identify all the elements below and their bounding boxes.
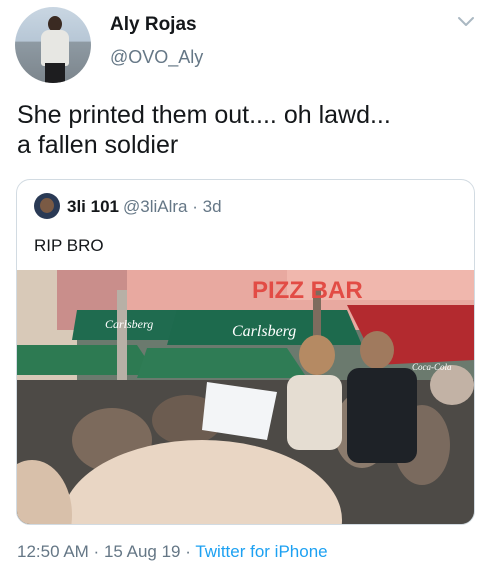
avatar-body — [41, 30, 69, 66]
tweet-text: She printed them out.... oh lawd... a fa… — [17, 101, 391, 159]
author-avatar[interactable] — [15, 7, 91, 83]
quoted-author-name: 3li 101 — [67, 197, 119, 216]
meta-sep-1: · — [88, 542, 104, 561]
quoted-avatar — [34, 193, 60, 219]
sign-cocacola: Coca-Cola — [412, 362, 452, 372]
sign-carlsberg-2: Carlsberg — [232, 323, 296, 340]
quoted-handle-text: @3liAlra — [123, 197, 188, 216]
quoted-time: 3d — [202, 197, 222, 216]
author-name[interactable]: Aly Rojas — [110, 14, 197, 36]
tweet-source-link[interactable]: Twitter for iPhone — [195, 542, 327, 561]
quoted-photo[interactable]: PIZZ BAR Carlsberg Carlsberg Coca-Cola — [17, 270, 474, 524]
author-handle[interactable]: @OVO_Aly — [110, 47, 203, 68]
quoted-text: RIP BRO — [34, 236, 104, 255]
quoted-author-handle: @3liAlra · 3d — [123, 197, 222, 217]
avatar-legs — [45, 63, 65, 83]
tweet-date: 15 Aug 19 — [103, 542, 181, 561]
sign-carlsberg: Carlsberg — [105, 317, 153, 331]
quoted-sep: · — [187, 197, 203, 216]
sign-pizza-bar: PIZZ BAR — [252, 277, 363, 304]
tweet-meta: 12:50 AM · 15 Aug 19 · Twitter for iPhon… — [17, 542, 328, 562]
chevron-down-icon[interactable] — [456, 12, 476, 32]
tweet-time: 12:50 AM — [17, 542, 89, 561]
meta-sep-2: · — [180, 542, 196, 561]
quoted-tweet[interactable]: 3li 101 @3liAlra · 3d RIP BRO PIZZ BAR C… — [16, 179, 475, 525]
